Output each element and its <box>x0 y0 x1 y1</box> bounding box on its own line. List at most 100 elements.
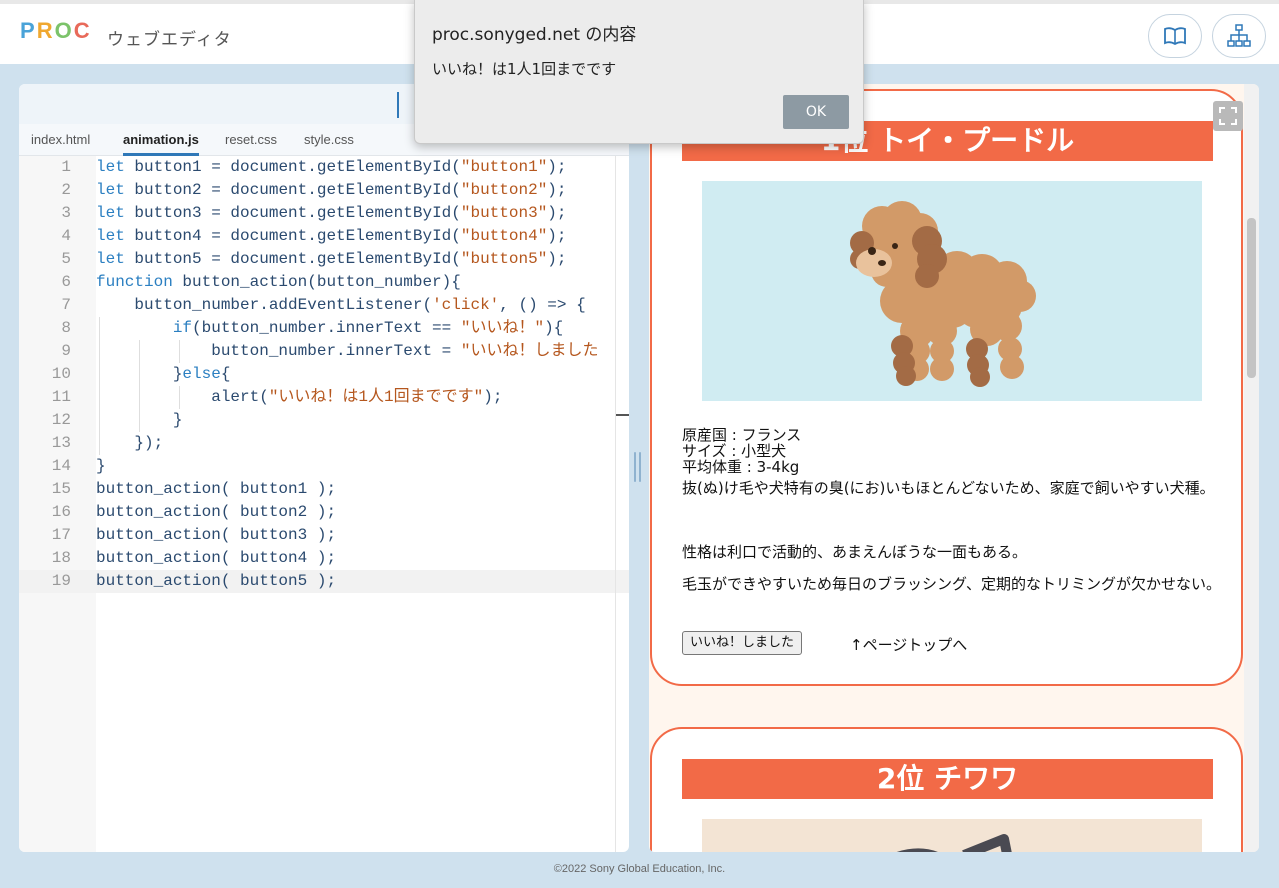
code-token: "button3" <box>460 204 548 222</box>
fullscreen-button[interactable] <box>1213 101 1243 131</box>
code-token: } <box>96 457 106 475</box>
preview-pane: 1位 トイ・プードル 原産国: フランス サイズ: 小型犬 平均体重: 3… <box>649 84 1259 852</box>
line-number: 9 <box>61 342 71 360</box>
code-line[interactable]: 17 button_action( button3 ); <box>19 524 629 547</box>
code-line[interactable]: 8 if(button_number.innerText == "いいね！"){ <box>19 317 629 340</box>
code-text: let button4 = document.getElementById("b… <box>96 225 567 248</box>
code-token: } <box>96 411 183 429</box>
code-token: button5 = document.getElementById( <box>124 250 461 268</box>
code-text: button_action( button5 ); <box>96 570 336 593</box>
code-token: alert( <box>96 388 269 406</box>
code-token: button1 = document.getElementById( <box>124 158 461 176</box>
line-number: 13 <box>51 434 71 452</box>
code-text: if(button_number.innerText == "いいね！"){ <box>96 317 563 340</box>
line-number: 17 <box>51 526 71 544</box>
chihuahua-illustration <box>896 834 1012 852</box>
proc-logo[interactable]: PROC <box>20 18 92 44</box>
tab-reset-css[interactable]: reset.css <box>225 124 277 156</box>
line-number: 3 <box>61 204 71 222</box>
code-line[interactable]: 3 let button3 = document.getElementById("… <box>19 202 629 225</box>
code-text: button_action( button2 ); <box>96 501 336 524</box>
code-text: } <box>96 455 106 478</box>
code-line[interactable]: 14} <box>19 455 629 478</box>
code-text: let button5 = document.getElementById("b… <box>96 248 567 271</box>
line-number: 5 <box>61 250 71 268</box>
code-token: ); <box>547 181 567 199</box>
pane-splitter-handle[interactable] <box>634 452 642 482</box>
tab-style-css[interactable]: style.css <box>304 124 354 156</box>
code-token: "いいね！は1人1回までです" <box>268 388 484 406</box>
code-line[interactable]: 1 let button1 = document.getElementById("… <box>19 156 629 179</box>
code-token: }); <box>96 434 164 452</box>
code-token: let <box>96 181 125 199</box>
like-button[interactable]: いいね！しました <box>682 631 803 655</box>
code-text: button_action( button4 ); <box>96 547 336 570</box>
code-token: button3 = document.getElementById( <box>124 204 461 222</box>
code-line[interactable]: 2 let button2 = document.getElementById("… <box>19 179 629 202</box>
code-token: button_action( button1 ); <box>96 480 337 498</box>
code-line[interactable]: 12 } <box>19 409 629 432</box>
code-text: }else{ <box>96 363 231 386</box>
line-number: 10 <box>51 365 71 383</box>
code-text: let button1 = document.getElementById("b… <box>96 156 567 179</box>
code-text: button_number.addEventListener('click', … <box>96 294 585 317</box>
sitemap-icon <box>1227 24 1251 47</box>
code-line[interactable]: 5 let button5 = document.getElementById("… <box>19 248 629 271</box>
code-token: ){ <box>544 319 564 337</box>
page-top-link[interactable]: ↑ページトップへ <box>850 634 967 655</box>
code-token: { <box>220 365 231 383</box>
line-number: 8 <box>61 319 71 337</box>
code-token: 'click' <box>432 296 500 314</box>
code-line[interactable]: 6 function button_action(button_number){ <box>19 271 629 294</box>
code-token: button_action( button5 ); <box>96 572 337 590</box>
sitemap-button[interactable] <box>1212 14 1266 58</box>
poodle-illustration <box>850 201 1036 387</box>
code-editor: index.html animation.js reset.css style.… <box>19 84 629 852</box>
code-token: "button1" <box>460 158 548 176</box>
code-token: (button_number.innerText == <box>192 319 461 337</box>
code-token: ); <box>547 227 567 245</box>
code-text: let button3 = document.getElementById("b… <box>96 202 567 225</box>
code-line[interactable]: 13 }); <box>19 432 629 455</box>
code-line[interactable]: 19 button_action( button5 ); <box>19 570 629 593</box>
description-1: 抜(ぬ)け毛や犬特有の臭(にお)いもほとんどないため、家庭で飼いやすい犬種。 <box>682 479 1215 497</box>
code-line[interactable]: 15 button_action( button1 ); <box>19 478 629 501</box>
code-token: let <box>96 250 125 268</box>
code-token: button_action( button2 ); <box>96 503 337 521</box>
preview-scroll-thumb[interactable] <box>1247 218 1256 378</box>
dialog-title: proc.sonyged.net の内容 <box>432 25 637 45</box>
size-text: サイズ : 小型犬 <box>682 442 787 460</box>
code-token: let <box>96 204 125 222</box>
code-token: else <box>182 365 221 383</box>
editor-scroll-edge <box>615 156 616 852</box>
code-text: button_action( button1 ); <box>96 478 336 501</box>
code-line[interactable]: 16 button_action( button2 ); <box>19 501 629 524</box>
line-number: 1 <box>61 158 71 176</box>
code-line[interactable]: 18 button_action( button4 ); <box>19 547 629 570</box>
tab-animation-js[interactable]: animation.js <box>123 124 199 156</box>
dog-card-2: 2位 チワワ <box>650 727 1243 852</box>
poodle-image <box>702 181 1202 401</box>
expand-icon <box>1219 107 1237 125</box>
line-number: 19 <box>51 572 71 590</box>
code-token: button_number.addEventListener( <box>96 296 433 314</box>
tab-index-html[interactable]: index.html <box>31 124 90 156</box>
code-token: "button4" <box>460 227 548 245</box>
manual-button[interactable] <box>1148 14 1202 58</box>
code-line[interactable]: 4 let button4 = document.getElementById("… <box>19 225 629 248</box>
code-line[interactable]: 7 button_number.addEventListener('click'… <box>19 294 629 317</box>
copyright-footer: ©2022 Sony Global Education, Inc. <box>553 863 726 875</box>
line-number: 7 <box>61 296 71 314</box>
origin-text: 原産国 : フランス <box>682 426 802 444</box>
code-token: ); <box>547 250 567 268</box>
code-token: button2 = document.getElementById( <box>124 181 461 199</box>
code-line[interactable]: 9 button_number.innerText = "いいね！しました <box>19 340 629 363</box>
ok-button[interactable]: OK <box>783 95 849 129</box>
code-line[interactable]: 11 alert("いいね！は1人1回までです"); <box>19 386 629 409</box>
code-area[interactable]: 1 let button1 = document.getElementById("… <box>19 156 629 852</box>
code-token: "いいね！" <box>460 319 545 337</box>
preview-scrollbar[interactable] <box>1244 84 1259 852</box>
code-text: alert("いいね！は1人1回までです"); <box>96 386 502 409</box>
code-line[interactable]: 10 }else{ <box>19 363 629 386</box>
line-number: 18 <box>51 549 71 567</box>
